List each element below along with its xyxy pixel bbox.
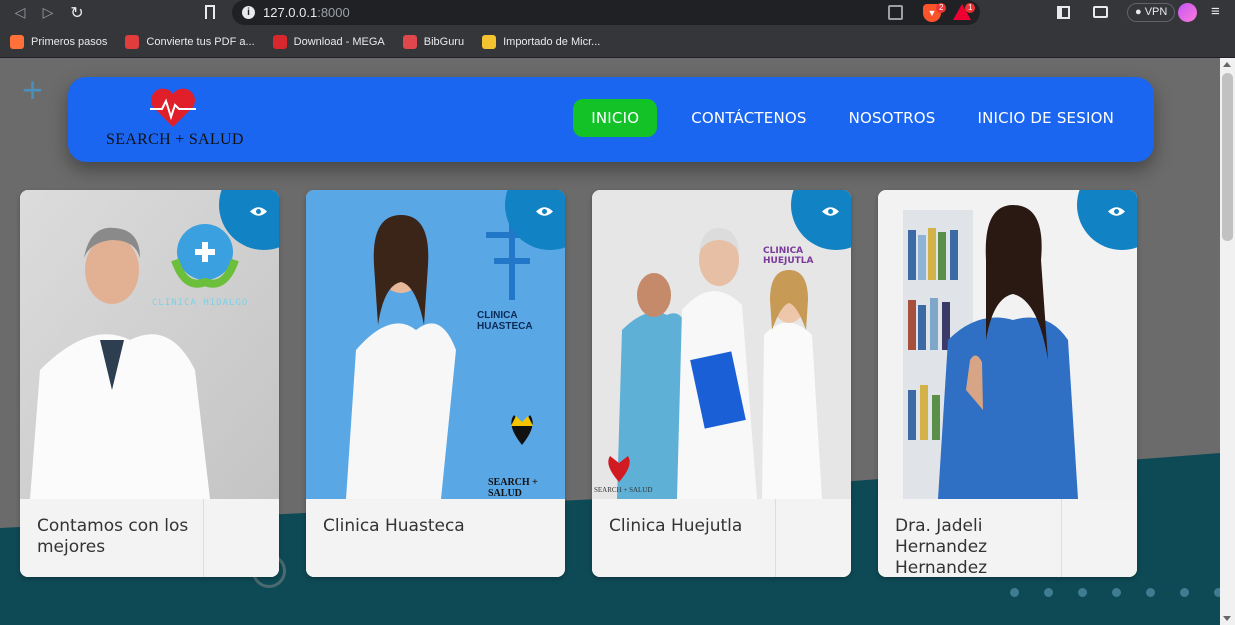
clinic-card[interactable]: CLINICA HIDALGO Contamos con los mejores [20, 190, 279, 577]
page-viewport: + SEARCH + SALUD INICIO CONTÁCTENOS NOSO… [0, 58, 1220, 625]
card-overlay-text-2: SEARCH + SALUD [594, 486, 653, 494]
nav-nosotros[interactable]: NOSOTROS [839, 99, 946, 137]
card-footer: Clinica Huejutla [592, 499, 851, 577]
bookmark-favicon-icon [10, 34, 24, 49]
site-logo[interactable]: SEARCH + SALUD [104, 87, 244, 157]
bookmark-item[interactable]: Convierte tus PDF a... [125, 34, 255, 49]
bookmark-item[interactable]: Download - MEGA [272, 34, 385, 49]
scroll-down-icon[interactable] [1223, 616, 1231, 621]
bookmark-favicon-icon [272, 34, 287, 49]
dot [1044, 588, 1053, 597]
bookmark-label: Convierte tus PDF a... [146, 35, 255, 48]
bookmark-item[interactable]: Importado de Micr... [482, 34, 601, 49]
address-bar[interactable]: i 127.0.0.1:8000 [232, 0, 980, 25]
sidebar-toggle-icon[interactable] [1057, 6, 1070, 19]
card-footer: Clinica Huasteca [306, 499, 565, 577]
card-title: Clinica Huasteca [323, 516, 465, 536]
card-overlay-text-2: SEARCH + SALUD [488, 477, 538, 499]
dot [1112, 588, 1121, 597]
card-divider [203, 499, 204, 577]
bookmark-page-icon[interactable] [205, 5, 215, 19]
profile-avatar[interactable] [1178, 3, 1197, 22]
bookmark-label: Primeros pasos [31, 35, 108, 48]
dot [1010, 588, 1019, 597]
clinic-card[interactable]: CLINICA HUASTECA SEARCH + SALUD Clinica … [306, 190, 565, 577]
page-scrollbar[interactable] [1220, 58, 1235, 625]
dot [1146, 588, 1155, 597]
card-title: Contamos con los mejores [37, 516, 189, 557]
nav-inicio[interactable]: INICIO [573, 99, 658, 137]
dots-decoration [1010, 588, 1220, 597]
bookmark-favicon-icon [402, 34, 417, 49]
reload-icon[interactable]: ↻ [63, 3, 91, 23]
bookmark-label: Importado de Micr... [503, 35, 601, 48]
eye-icon[interactable] [1108, 206, 1125, 217]
bookmarks-bar: Primeros pasos Convierte tus PDF a... Down… [0, 26, 1235, 58]
nav-contactenos[interactable]: CONTÁCTENOS [681, 99, 816, 137]
browser-toolbar: ◁ ▷ ↻ i 127.0.0.1:8000 ▼ 2 1 ● VPN ≡ [0, 0, 1235, 26]
clinic-cards: CLINICA HIDALGO Contamos con los mejores [20, 190, 1137, 577]
bookmark-label: Download - MEGA [293, 35, 385, 48]
vpn-button[interactable]: ● VPN [1127, 3, 1176, 22]
site-info-icon[interactable]: i [242, 6, 255, 19]
dot [1180, 588, 1189, 597]
bookmark-favicon-icon [482, 34, 497, 49]
plus-decoration-icon: + [22, 69, 44, 110]
clinic-card[interactable]: Dra. Jadeli Hernandez Hernandez [878, 190, 1137, 577]
card-overlay-text: CLINICA HUASTECA [477, 310, 533, 332]
card-divider [775, 499, 776, 577]
wallet-icon[interactable] [1093, 6, 1108, 18]
dot [1078, 588, 1087, 597]
share-icon[interactable] [888, 5, 903, 20]
bookmark-label: BibGuru [423, 35, 465, 48]
card-overlay-text: CLINICA HIDALGO [152, 298, 249, 308]
card-footer: Dra. Jadeli Hernandez Hernandez [878, 499, 1137, 577]
scroll-up-icon[interactable] [1223, 62, 1231, 67]
bookmark-item[interactable]: BibGuru [402, 34, 465, 49]
back-icon[interactable]: ◁ [6, 4, 34, 21]
bookmark-item[interactable]: Primeros pasos [10, 34, 108, 49]
card-title: Clinica Huejutla [609, 516, 743, 536]
forward-icon[interactable]: ▷ [34, 4, 62, 21]
clinic-card[interactable]: CLINICA HUEJUTLA SEARCH + SALUD Clinica … [592, 190, 851, 577]
nav-inicio-sesion[interactable]: INICIO DE SESION [967, 99, 1124, 137]
nav-links: INICIO CONTÁCTENOS NOSOTROS INICIO DE SE… [573, 99, 1124, 137]
card-divider [1061, 499, 1062, 577]
heart-logo-icon [150, 88, 196, 127]
card-title: Dra. Jadeli Hernandez Hernandez [895, 516, 988, 577]
site-navbar: SEARCH + SALUD INICIO CONTÁCTENOS NOSOTR… [68, 77, 1154, 162]
eye-icon[interactable] [536, 206, 553, 217]
eye-icon[interactable] [822, 206, 839, 217]
scroll-thumb[interactable] [1222, 73, 1233, 241]
bookmark-favicon-icon [125, 34, 140, 49]
eye-icon[interactable] [250, 206, 267, 217]
brand-text: SEARCH + SALUD [106, 131, 244, 148]
card-footer: Contamos con los mejores [20, 499, 279, 577]
url-text: 127.0.0.1:8000 [263, 5, 350, 20]
menu-icon[interactable]: ≡ [1211, 4, 1220, 20]
